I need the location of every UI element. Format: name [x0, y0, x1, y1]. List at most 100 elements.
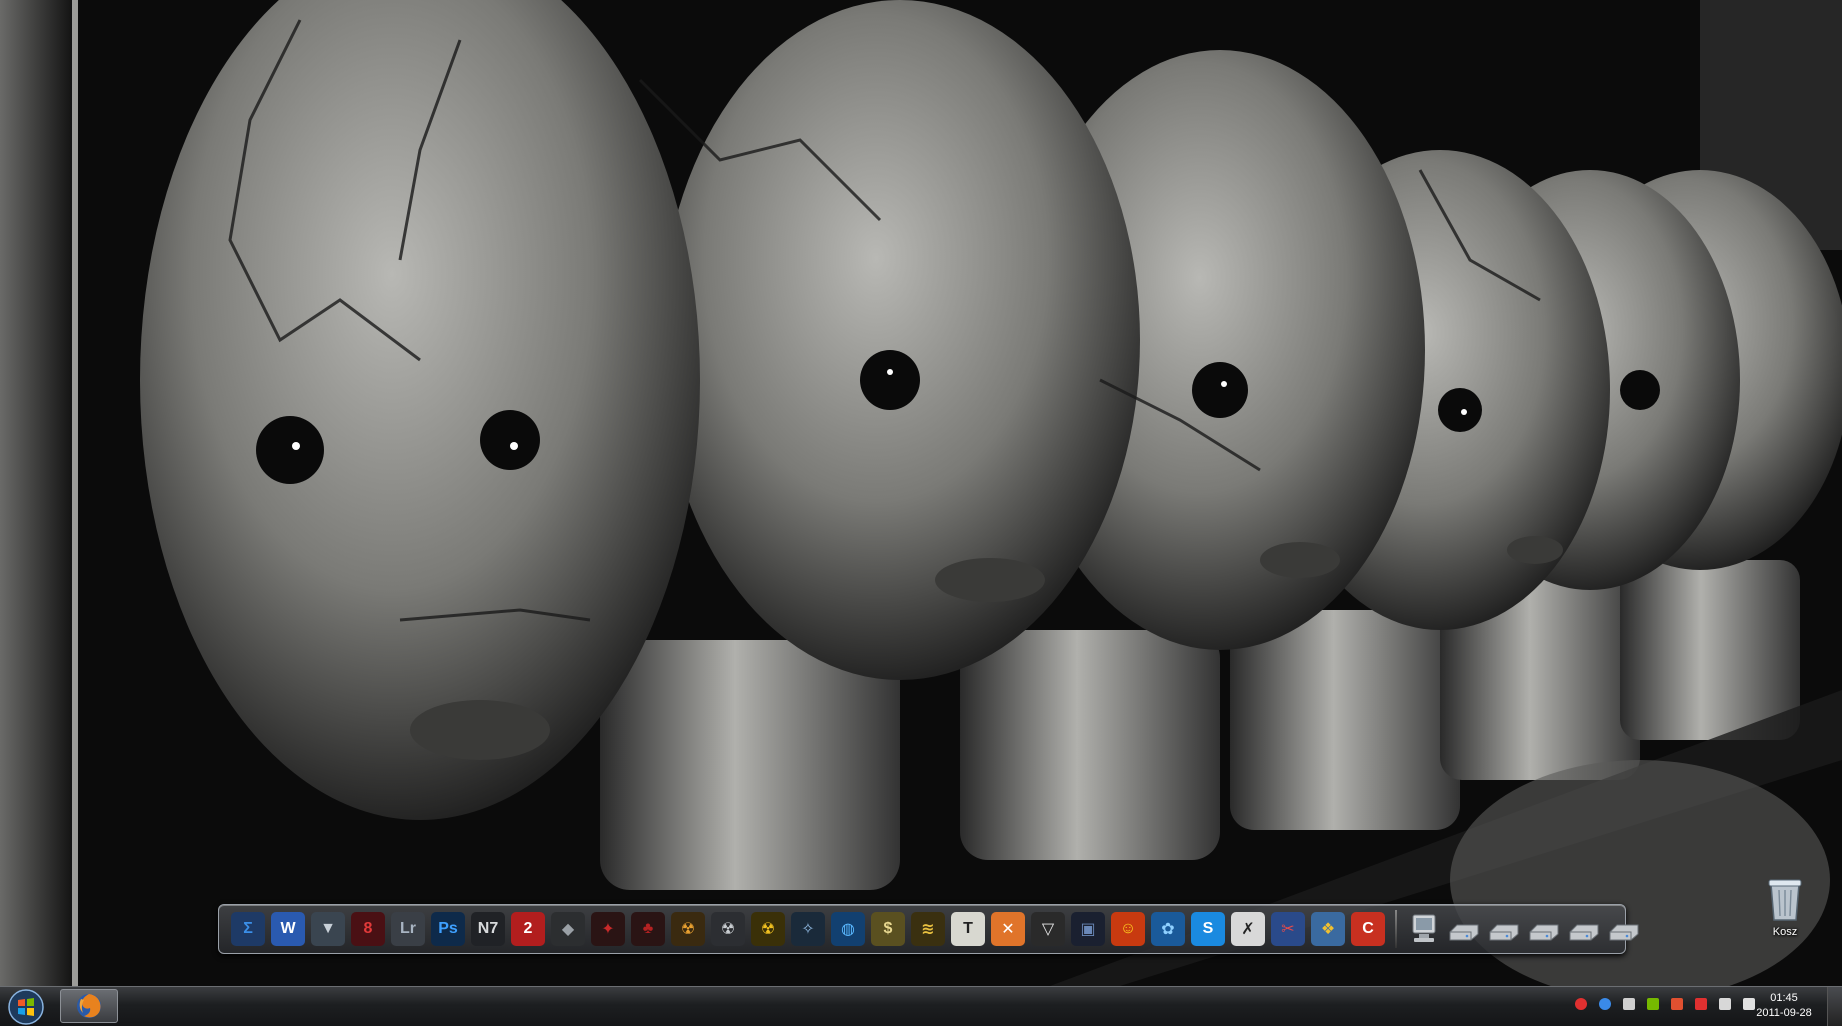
psp8-icon: 8	[351, 912, 385, 946]
recycle-bin-label: Kosz	[1772, 926, 1798, 938]
fox-mask-icon: ▽	[1031, 912, 1065, 946]
dock-item-fox-mask[interactable]: ▽	[1029, 909, 1067, 949]
dock-item-cables[interactable]: ≋	[909, 909, 947, 949]
dock-item-dollar-coin[interactable]: $	[869, 909, 907, 949]
dock-item-computer[interactable]	[1405, 909, 1443, 949]
xampp-icon: ✕	[991, 912, 1025, 946]
skype-icon: S	[1191, 912, 1225, 946]
dock-item-drive-4[interactable]	[1565, 909, 1603, 949]
recycle-bin-shortcut[interactable]: Kosz	[1760, 876, 1810, 946]
dock-item-drive-5[interactable]	[1605, 909, 1643, 949]
dock-item-drive-2[interactable]	[1485, 909, 1523, 949]
n7-icon: N7	[471, 912, 505, 946]
dock-item-shield[interactable]: ◆	[549, 909, 587, 949]
drive-icon-1	[1449, 924, 1479, 941]
taskbar-firefox-button[interactable]	[60, 989, 118, 1023]
ccleaner-icon: C	[1351, 912, 1385, 946]
monitor-icon: ▣	[1071, 912, 1105, 946]
monitor-tray-glyph	[1719, 998, 1731, 1010]
network-bars-tray-glyph	[1623, 998, 1635, 1010]
dock-item-red-bird[interactable]: ✦	[589, 909, 627, 949]
computer-icon	[1412, 914, 1436, 942]
red-circle-tray-glyph	[1575, 998, 1587, 1010]
red-bird-icon: ✦	[591, 912, 625, 946]
badge-icon: ▼	[311, 912, 345, 946]
dock-item-skype[interactable]: S	[1189, 909, 1227, 949]
network-bars-tray-icon[interactable]	[1620, 995, 1638, 1013]
text-document-icon: T	[951, 912, 985, 946]
dock-item-word[interactable]: W	[269, 909, 307, 949]
smiley-icon: ☺	[1111, 912, 1145, 946]
red-circle-tray-icon[interactable]	[1572, 995, 1590, 1013]
lightroom-icon: Lr	[391, 912, 425, 946]
nvidia-tray-icon[interactable]	[1644, 995, 1662, 1013]
radiation-icon: ☢	[671, 912, 705, 946]
dock-item-mass-effect-2[interactable]: 2	[509, 909, 547, 949]
dock-item-ccleaner[interactable]: C	[1349, 909, 1387, 949]
speaker-red-tray-icon[interactable]	[1668, 995, 1686, 1013]
radiation-yellow-icon: ☢	[751, 912, 785, 946]
launcher-dock: Σ W ▼ 8 Lr Ps N7 2 ◆ ✦ ♣ ☢ ☢ ☢ ✧ ◍ $ ≋ T ✕ ▽ ▣ ☺ ✿ S ✗ ✂ ❖ C	[218, 904, 1639, 954]
dock-item-drive-3[interactable]	[1525, 909, 1563, 949]
dock-item-psp8[interactable]: 8	[349, 909, 387, 949]
dock-item-tools[interactable]: ✂	[1269, 909, 1307, 949]
show-desktop-button[interactable]	[1827, 987, 1842, 1026]
sigma-icon: Σ	[231, 912, 265, 946]
dock-item-radiation-grey[interactable]: ☢	[709, 909, 747, 949]
dock-item-network[interactable]: ✿	[1149, 909, 1187, 949]
blue-bolt-tray-icon[interactable]	[1596, 995, 1614, 1013]
start-button[interactable]	[4, 988, 48, 1026]
dock-item-radiation[interactable]: ☢	[669, 909, 707, 949]
dock-item-xampp[interactable]: ✕	[989, 909, 1027, 949]
dock-item-starcraft[interactable]: ✧	[789, 909, 827, 949]
dock-item-radiation-yellow[interactable]: ☢	[749, 909, 787, 949]
dock-item-xfire[interactable]: ✗	[1229, 909, 1267, 949]
blue-bolt-tray-glyph	[1599, 998, 1611, 1010]
dollar-coin-icon: $	[871, 912, 905, 946]
wallpaper-image	[0, 0, 1842, 986]
windows-orb-icon	[8, 989, 44, 1025]
flag-tray-glyph	[1695, 998, 1707, 1010]
dock-item-smiley[interactable]: ☺	[1109, 909, 1147, 949]
flag-tray-icon[interactable]	[1692, 995, 1710, 1013]
nvidia-tray-glyph	[1647, 998, 1659, 1010]
red-tree-icon: ♣	[631, 912, 665, 946]
cables-icon: ≋	[911, 912, 945, 946]
speaker-red-tray-glyph	[1671, 998, 1683, 1010]
dock-item-n7[interactable]: N7	[469, 909, 507, 949]
drive-icon-3	[1529, 924, 1559, 941]
cubes-icon: ❖	[1311, 912, 1345, 946]
dock-item-lightroom[interactable]: Lr	[389, 909, 427, 949]
system-tray	[1572, 995, 1758, 1013]
clock-time: 01:45	[1770, 992, 1798, 1004]
dock-item-red-tree[interactable]: ♣	[629, 909, 667, 949]
dock-item-photoshop[interactable]: Ps	[429, 909, 467, 949]
drive-icon-4	[1569, 924, 1599, 941]
monitor-tray-icon[interactable]	[1716, 995, 1734, 1013]
taskbar: 01:45 2011-09-28	[0, 986, 1842, 1026]
network-icon: ✿	[1151, 912, 1185, 946]
photoshop-icon: Ps	[431, 912, 465, 946]
tools-icon: ✂	[1271, 912, 1305, 946]
clock-date: 2011-09-28	[1756, 1007, 1812, 1019]
mass-effect-2-icon: 2	[511, 912, 545, 946]
globe-icon: ◍	[831, 912, 865, 946]
dock-item-sigma[interactable]: Σ	[229, 909, 267, 949]
dock-item-text-document[interactable]: T	[949, 909, 987, 949]
firefox-icon	[77, 994, 101, 1018]
desktop: Kosz Σ W ▼ 8 Lr Ps N7 2 ◆ ✦ ♣ ☢ ☢ ☢ ✧ ◍ $ ≋ T ✕ ▽ ▣ ☺ ✿ S ✗ ✂ ❖ C	[0, 0, 1842, 986]
dock-item-cubes[interactable]: ❖	[1309, 909, 1347, 949]
starcraft-icon: ✧	[791, 912, 825, 946]
dock-item-globe[interactable]: ◍	[829, 909, 867, 949]
xfire-icon: ✗	[1231, 912, 1265, 946]
drive-icon-2	[1489, 924, 1519, 941]
dock-item-monitor[interactable]: ▣	[1069, 909, 1107, 949]
radiation-grey-icon: ☢	[711, 912, 745, 946]
dock-separator	[1395, 910, 1397, 948]
drive-icon-5	[1609, 924, 1639, 941]
dock-item-badge[interactable]: ▼	[309, 909, 347, 949]
clock[interactable]: 01:45 2011-09-28	[1748, 991, 1820, 1021]
dock-item-drive-1[interactable]	[1445, 909, 1483, 949]
recycle-bin-icon	[1768, 879, 1802, 921]
word-icon: W	[271, 912, 305, 946]
